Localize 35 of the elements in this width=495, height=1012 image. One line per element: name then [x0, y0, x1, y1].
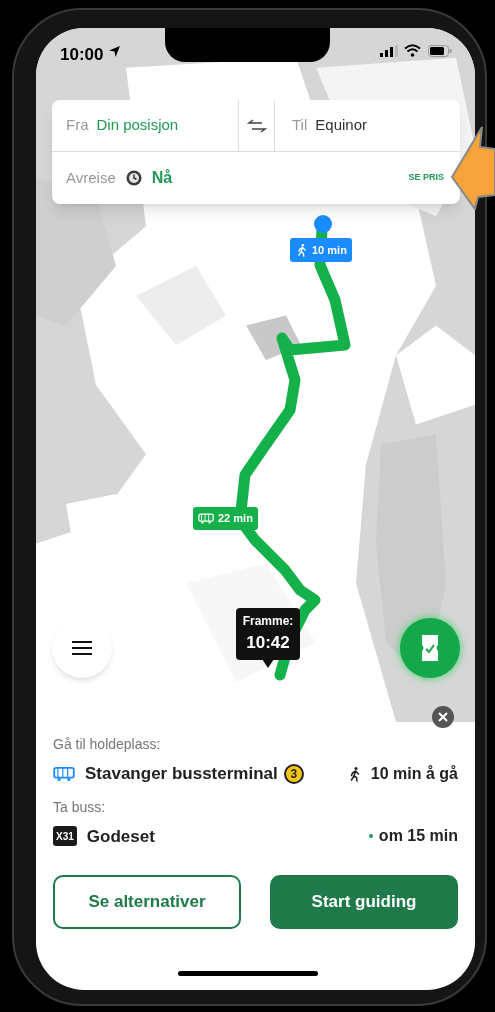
signal-icon — [380, 45, 398, 57]
ticket-icon — [421, 634, 439, 662]
close-button[interactable] — [432, 706, 454, 728]
destination: Godeset — [86, 825, 155, 848]
walking-icon — [295, 242, 309, 258]
swap-icon — [246, 118, 267, 133]
clock-icon — [125, 170, 142, 186]
wifi-icon — [404, 44, 421, 57]
bus-icon — [198, 513, 214, 524]
alternatives-button[interactable]: Se alternativer — [53, 875, 241, 929]
walk-time: 10 min å gå — [370, 763, 458, 784]
departure-time-label: om 15 min — [378, 826, 458, 847]
start-button[interactable]: Start guiding — [270, 875, 458, 929]
platform-badge: 3 — [283, 763, 304, 784]
bus-icon — [53, 765, 75, 782]
menu-icon — [72, 641, 92, 655]
arrow-icon — [450, 125, 495, 210]
from-field[interactable]: Fra Din posisjon — [52, 100, 238, 151]
close-icon — [438, 712, 448, 722]
price-link[interactable]: SE PRIS — [408, 171, 444, 185]
status-time: 10:00 — [60, 44, 104, 66]
walk-time-badge: 10 min — [290, 238, 352, 262]
departure-time[interactable]: Nå — [151, 166, 173, 190]
arrival-tooltip: Framme: 10:42 — [236, 608, 300, 660]
tooltip-pointer — [262, 659, 274, 668]
bus-time-badge: 22 min — [193, 507, 258, 530]
walk-heading: Gå til holdeplass: — [53, 735, 162, 754]
bus-heading: Ta buss: — [53, 797, 107, 817]
swap-button[interactable] — [238, 100, 275, 151]
location-arrow-icon — [108, 45, 121, 58]
line-badge: X31 — [53, 826, 77, 847]
to-field[interactable]: Til Equinor — [275, 100, 460, 151]
departure-label: Avreise — [66, 167, 116, 188]
battery-icon — [428, 45, 452, 57]
stop-name: Stavanger bussterminal — [85, 763, 278, 785]
